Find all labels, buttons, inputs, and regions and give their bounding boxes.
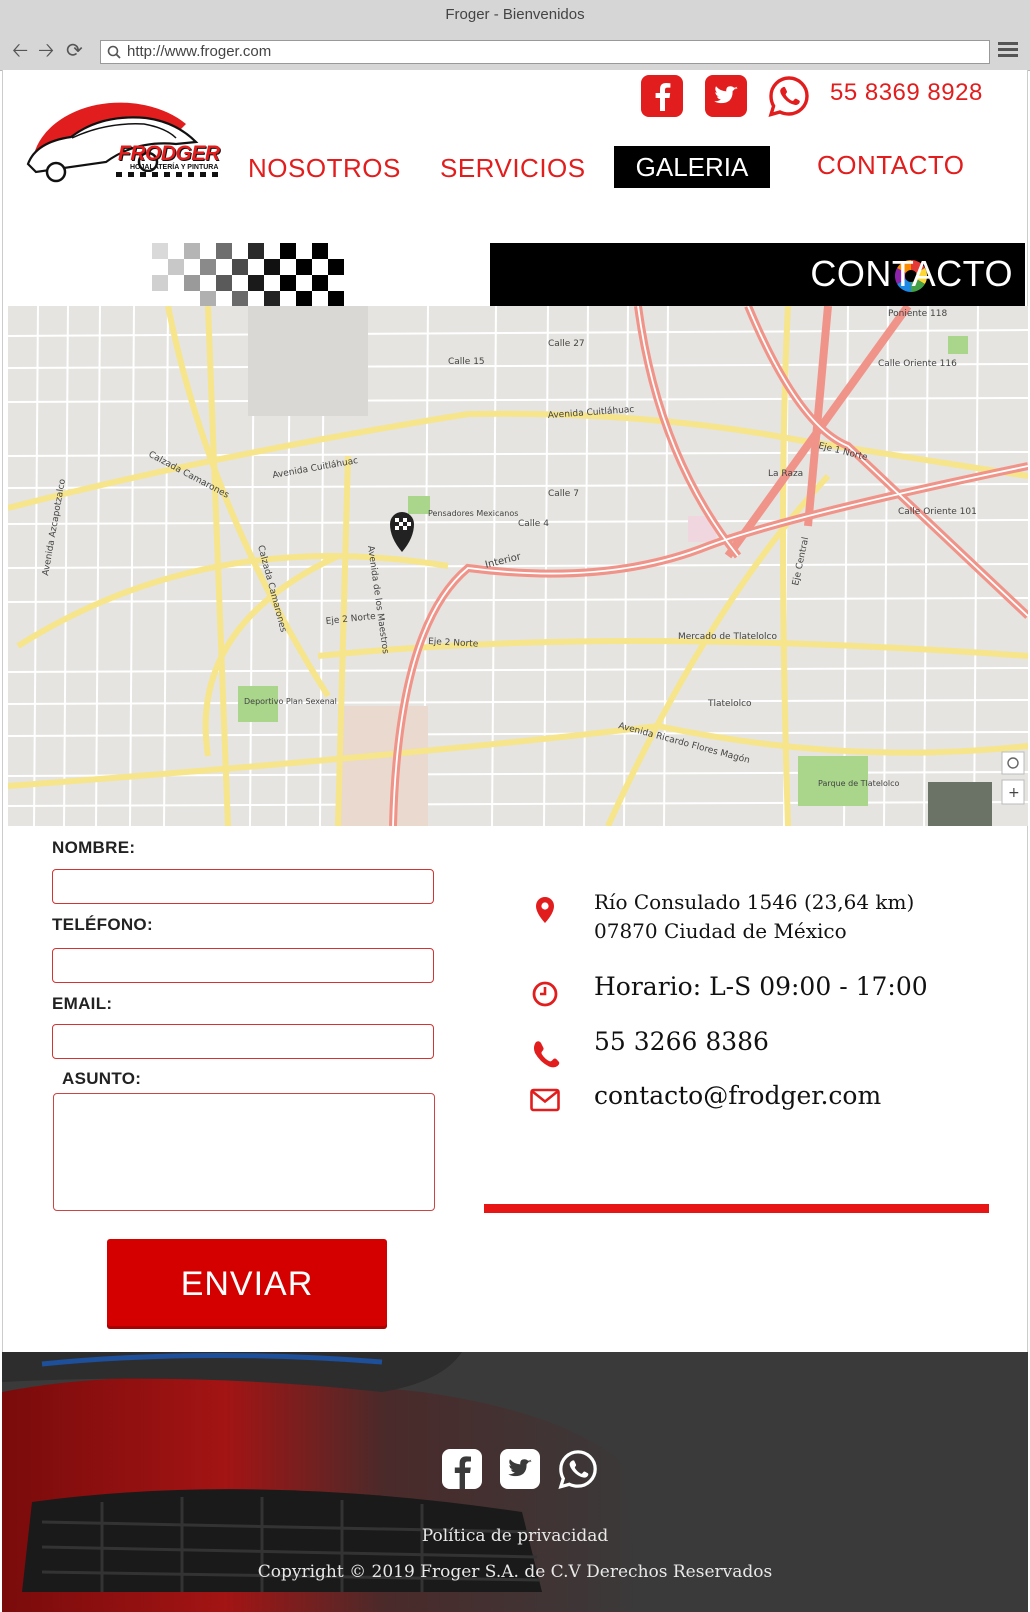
svg-text:La Raza: La Raza xyxy=(768,469,803,479)
svg-text:+: + xyxy=(1008,785,1020,801)
nav-nosotros[interactable]: NOSOTROS xyxy=(248,153,401,184)
contact-email[interactable]: contacto@frodger.com xyxy=(594,1081,881,1110)
address-line-2: 07870 Ciudad de México xyxy=(594,919,847,943)
email-label: EMAIL: xyxy=(52,994,113,1013)
svg-text:Avenida Azcapotzalco: Avenida Azcapotzalco xyxy=(41,478,68,577)
svg-text:Mercado de Tlatelolco: Mercado de Tlatelolco xyxy=(678,632,777,642)
map-canvas: Avenida Cuitláhuac Avenida Cuitláhuac In… xyxy=(8,306,1028,826)
nav-servicios[interactable]: SERVICIOS xyxy=(440,153,586,184)
contact-phone[interactable]: 55 3266 8386 xyxy=(594,1027,769,1056)
email-input[interactable] xyxy=(52,1024,434,1059)
envelope-icon xyxy=(530,1088,560,1112)
section-title: CONTACTO xyxy=(810,253,1013,294)
svg-text:Calle Oriente 101: Calle Oriente 101 xyxy=(898,507,977,517)
svg-text:Calle 27: Calle 27 xyxy=(548,339,585,349)
asunto-label: ASUNTO: xyxy=(62,1069,142,1088)
footer-facebook-icon[interactable] xyxy=(441,1448,483,1490)
telefono-label: TELÉFONO: xyxy=(52,915,153,934)
copyright-text: Copyright © 2019 Froger S.A. de C.V Dere… xyxy=(257,1562,773,1582)
svg-text:Calle 15: Calle 15 xyxy=(448,357,485,367)
address-line-1: Río Consulado 1546 (23,64 km) xyxy=(594,890,915,914)
privacy-link[interactable]: Política de privacidad xyxy=(0,1526,1030,1546)
nav-galeria[interactable]: GALERIA xyxy=(614,146,770,188)
svg-text:Calle 7: Calle 7 xyxy=(548,489,579,499)
header-phone[interactable]: 55 8369 8928 xyxy=(830,79,983,107)
logo-brand: FRODGER xyxy=(118,142,220,165)
search-icon xyxy=(107,45,121,59)
logo-tagline: HOJALATERÍA Y PINTURA xyxy=(130,164,219,171)
footer-twitter-icon[interactable] xyxy=(499,1448,541,1490)
window-title: Froger - Bienvenidos xyxy=(445,6,585,23)
location-pin-icon xyxy=(536,897,554,923)
nombre-input[interactable] xyxy=(52,869,434,904)
menu-icon[interactable] xyxy=(998,42,1018,62)
map-pin-icon xyxy=(390,512,414,552)
forward-icon[interactable]: 🡢 xyxy=(38,40,54,60)
whatsapp-icon[interactable] xyxy=(767,74,811,118)
nombre-label: NOMBRE: xyxy=(52,838,136,857)
twitter-icon[interactable] xyxy=(705,75,747,117)
footer-whatsapp-icon[interactable] xyxy=(557,1448,599,1490)
section-banner: CONTACTO xyxy=(150,243,1025,306)
facebook-icon[interactable] xyxy=(641,75,683,117)
browser-chrome: Froger - Bienvenidos 🡠 🡢 ⟳ http://www.fr… xyxy=(0,0,1030,71)
svg-text:Pensadores Mexicanos: Pensadores Mexicanos xyxy=(428,509,518,518)
svg-text:Deportivo Plan Sexenal: Deportivo Plan Sexenal xyxy=(244,697,337,706)
svg-text:Calle Oriente 116: Calle Oriente 116 xyxy=(878,359,957,369)
svg-text:Poniente 118: Poniente 118 xyxy=(888,309,947,319)
logo[interactable]: FRODGER HOJALATERÍA Y PINTURA xyxy=(26,92,226,192)
url-text: http://www.froger.com xyxy=(127,43,272,60)
svg-text:Tlatelolco: Tlatelolco xyxy=(707,699,752,709)
svg-text:Parque de Tlatelolco: Parque de Tlatelolco xyxy=(818,779,899,788)
enviar-button[interactable]: ENVIAR xyxy=(107,1239,387,1329)
asunto-textarea[interactable] xyxy=(53,1093,435,1211)
nav-contacto[interactable]: CONTACTO xyxy=(817,150,964,181)
phone-icon xyxy=(533,1041,560,1068)
telefono-input[interactable] xyxy=(52,948,434,983)
svg-text:Eje 2 Norte: Eje 2 Norte xyxy=(325,612,376,627)
svg-text:Calle 4: Calle 4 xyxy=(518,519,549,529)
back-icon[interactable]: 🡠 xyxy=(12,40,28,60)
hours-text: Horario: L-S 09:00 - 17:00 xyxy=(594,972,928,1001)
banner-bar: CONTACTO xyxy=(490,243,1025,306)
divider-line xyxy=(484,1204,989,1213)
svg-text:Eje Central: Eje Central xyxy=(791,536,811,586)
checkered-flag-decoration xyxy=(152,243,344,306)
clock-icon xyxy=(532,981,558,1007)
address-bar[interactable]: http://www.froger.com xyxy=(100,40,990,64)
reload-icon[interactable]: ⟳ xyxy=(66,40,83,60)
map-view[interactable]: Avenida Cuitláhuac Avenida Cuitláhuac In… xyxy=(8,306,1028,826)
